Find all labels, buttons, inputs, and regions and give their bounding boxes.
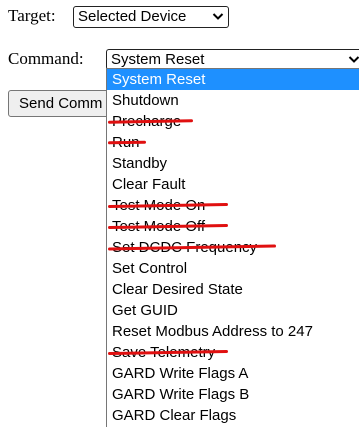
target-select[interactable]: Selected Device [73, 6, 229, 28]
command-option[interactable]: Clear Fault [107, 174, 359, 195]
target-select-value: Selected Device [78, 8, 187, 25]
command-select-value: System Reset [111, 51, 205, 68]
command-option[interactable]: Precharge [107, 111, 359, 132]
command-option-label: GARD Write Flags B [112, 386, 250, 403]
command-option-label: Clear Desired State [112, 281, 243, 298]
command-option-label: GARD Write Flags A [112, 365, 249, 382]
command-option-label: Reset Modbus Address to 247 [112, 323, 313, 340]
command-option[interactable]: GARD Clear Flags [107, 405, 359, 426]
command-option[interactable]: GARD Write Flags B [107, 384, 359, 405]
command-label: Command: [8, 49, 84, 68]
command-option-label: System Reset [112, 71, 206, 88]
command-select[interactable]: System Reset [106, 49, 359, 70]
red-strikethrough-mark [107, 140, 147, 145]
target-label: Target: [8, 6, 56, 25]
chevron-down-icon [212, 13, 224, 20]
command-option[interactable]: Run [107, 132, 359, 153]
command-option-label: Standby [112, 155, 168, 172]
command-option[interactable]: Shutdown [107, 90, 359, 111]
command-option-label: Clear Fault [112, 176, 186, 193]
command-option-label: Set Control [112, 260, 188, 277]
command-option[interactable]: Reset Modbus Address to 247 [107, 321, 359, 342]
command-option[interactable]: Test Mode Off [107, 216, 359, 237]
command-option[interactable]: Get GUID [107, 300, 359, 321]
command-option[interactable]: Clear Desired State [107, 279, 359, 300]
command-dropdown-list[interactable]: System Reset Shutdown PrechargeRun Standby C… [106, 68, 359, 427]
command-option[interactable]: System Reset [107, 69, 359, 90]
chevron-down-icon [348, 56, 359, 63]
command-option[interactable]: GARD Write Flags A [107, 363, 359, 384]
command-option[interactable]: Set Control [107, 258, 359, 279]
command-option[interactable]: Set DCDC Frequency [107, 237, 359, 258]
command-option[interactable]: Save Telemetry [107, 342, 359, 363]
command-option-label: GARD Clear Flags [112, 407, 237, 424]
command-option[interactable]: Test Mode On [107, 195, 359, 216]
command-option-label: Shutdown [112, 92, 179, 109]
command-option[interactable]: Standby [107, 153, 359, 174]
command-option-label: Get GUID [112, 302, 178, 319]
